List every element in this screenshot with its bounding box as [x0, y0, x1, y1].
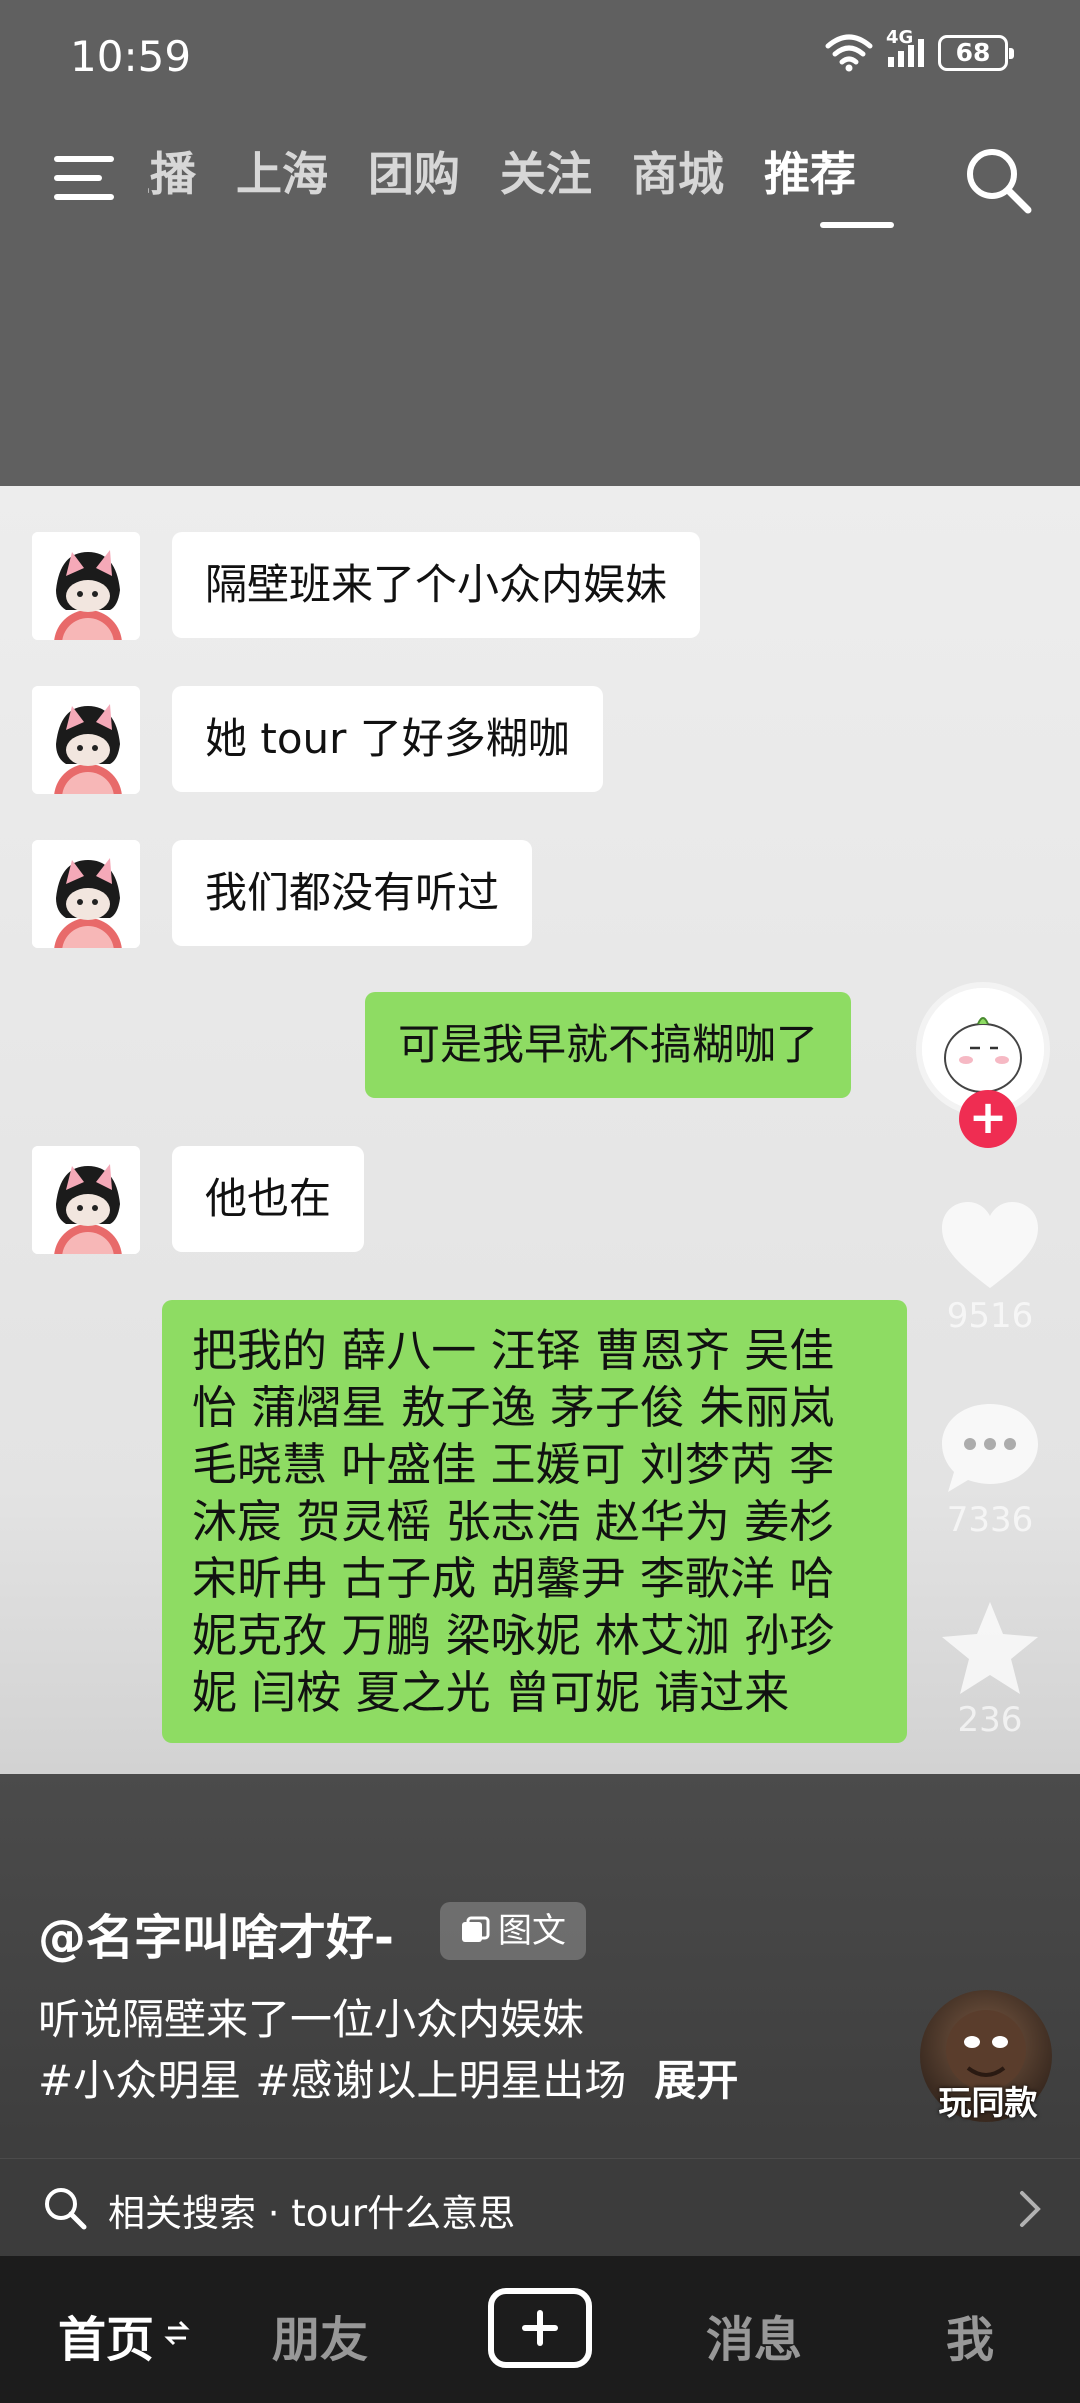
tab-friends[interactable]: 朋友: [272, 2300, 368, 2370]
chat-bubble: 他也在: [172, 1146, 365, 1252]
cartoon-avatar-icon: [32, 686, 140, 794]
chevron-right-icon: [1020, 2191, 1041, 2227]
battery-icon: 68: [938, 35, 1014, 71]
cellular-signal-icon: 4G: [886, 27, 924, 67]
like-count: 9516: [946, 1296, 1034, 1336]
tab-home[interactable]: 首页: [58, 2300, 154, 2370]
favorite-count: 236: [957, 1700, 1023, 1740]
like-button[interactable]: 9516: [930, 1200, 1050, 1336]
status-bar: 10:59 4G 68: [0, 0, 1080, 110]
chat-bubble: 隔壁班来了个小众内娱妹: [172, 532, 701, 638]
hashtag-link[interactable]: #感谢以上明星出场: [255, 2056, 626, 2105]
comment-button[interactable]: 7336: [930, 1400, 1050, 1540]
tab-mall[interactable]: 商城: [632, 144, 724, 204]
network-type-label: 4G: [886, 27, 914, 48]
same-style-label[interactable]: 玩同款: [904, 2076, 1072, 2124]
top-nav: 直播上海团购关注商城推荐: [0, 130, 1080, 240]
nav-tabs: 直播上海团购关注商城推荐: [148, 144, 908, 204]
tab-live[interactable]: 直播: [148, 144, 196, 204]
tab-me[interactable]: 我: [946, 2300, 994, 2370]
cartoon-avatar-icon: [32, 1146, 140, 1254]
bottom-tab-bar: 首页 朋友 消息 我: [0, 2256, 1080, 2403]
cartoon-avatar-icon: [32, 840, 140, 948]
hashtag-link[interactable]: #小众明星: [38, 2056, 241, 2105]
active-tab-indicator: [820, 222, 894, 228]
menu-icon[interactable]: [52, 150, 116, 206]
cartoon-avatar-icon: [32, 532, 140, 640]
post-type-label: 图文: [498, 1911, 566, 1951]
plus-icon: [522, 2310, 558, 2346]
tab-messages[interactable]: 消息: [706, 2300, 802, 2370]
chat-bubble: 我们都没有听过: [172, 840, 533, 946]
author-name[interactable]: @名字叫啥才好-: [38, 1898, 394, 1968]
chat-avatar-left: [32, 532, 140, 640]
search-icon: [45, 2188, 87, 2230]
favorite-button[interactable]: 236: [930, 1600, 1050, 1740]
search-icon[interactable]: [962, 144, 1034, 216]
post-image-chat[interactable]: 隔壁班来了个小众内娱妹 她 tour 了好多糊咖 我们都没有听过 可是我早就不搞…: [0, 486, 1080, 1774]
post-type-badge: 图文: [440, 1902, 586, 1960]
image-text-icon: [462, 1916, 490, 1942]
heart-icon: [942, 1202, 1038, 1288]
tab-shanghai[interactable]: 上海: [236, 144, 328, 204]
related-search-bar[interactable]: 相关搜索 · tour什么意思: [0, 2158, 1080, 2256]
post-hashtags: #小众明星 #感谢以上明星出场 展开: [38, 2047, 738, 2108]
chat-bubble-self: 把我的 薛八一 汪铎 曹恩齐 吴佳怡 蒲熠星 敖子逸 茅子俊 朱丽岚 毛晓慧 叶…: [162, 1300, 907, 1743]
chat-bubble-self: 可是我早就不搞糊咖了: [365, 992, 852, 1098]
tab-recommend[interactable]: 推荐: [764, 144, 856, 204]
switch-arrows-icon[interactable]: [164, 2318, 190, 2348]
chat-avatar-left: [32, 840, 140, 948]
tab-following[interactable]: 关注: [500, 144, 592, 204]
comment-count: 7336: [946, 1500, 1034, 1540]
chat-avatar-left: [32, 1146, 140, 1254]
star-icon: [942, 1602, 1038, 1694]
follow-button[interactable]: +: [959, 1090, 1017, 1148]
status-time: 10:59: [70, 32, 192, 81]
comment-icon: [942, 1404, 1038, 1492]
create-post-button[interactable]: [488, 2288, 592, 2368]
expand-button[interactable]: 展开: [654, 2056, 738, 2105]
chat-avatar-left: [32, 686, 140, 794]
wifi-icon: [825, 34, 873, 72]
related-search-text: 相关搜索 · tour什么意思: [108, 2192, 516, 2235]
chat-bubble: 她 tour 了好多糊咖: [172, 686, 603, 792]
tab-group-buy[interactable]: 团购: [368, 144, 460, 204]
post-description: 听说隔壁来了一位小众内娱妹: [38, 1995, 585, 2044]
status-icons: 4G 68: [824, 27, 1014, 72]
